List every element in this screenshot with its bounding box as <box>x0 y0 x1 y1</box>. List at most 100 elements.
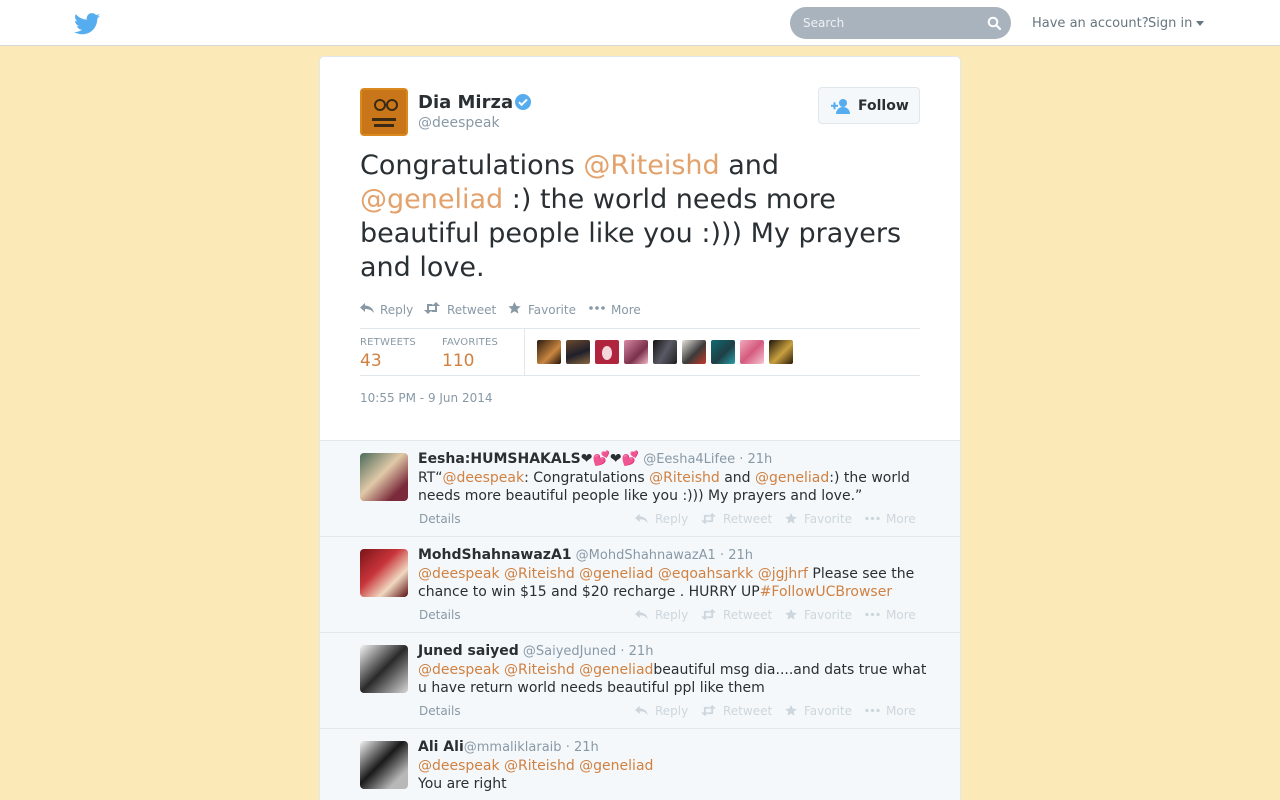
more-dots-icon <box>865 516 880 521</box>
favoriter-avatar[interactable] <box>566 340 590 364</box>
reply-text: @deespeak @Riteishd @geneliad @eqoahsark… <box>418 565 938 601</box>
tweet-timestamp[interactable]: 10:55 PM - 9 Jun 2014 <box>360 391 493 405</box>
details-link[interactable]: Details <box>419 608 461 622</box>
mention-link[interactable]: @deespeak <box>418 662 500 678</box>
mention-link[interactable]: @geneliad <box>579 758 653 774</box>
reply-text-part: You are right <box>418 776 507 792</box>
mention-link[interactable]: @deespeak <box>418 758 500 774</box>
star-icon <box>508 302 521 314</box>
star-icon <box>785 513 797 524</box>
author-handle[interactable]: @deespeak <box>418 115 500 131</box>
reply-icon <box>635 513 648 524</box>
avatar-image <box>360 88 408 136</box>
star-icon <box>785 705 797 716</box>
more-label: More <box>886 608 916 622</box>
have-account-text: Have an account? <box>1032 16 1149 31</box>
reply-time[interactable]: · 21h <box>720 548 753 563</box>
mention-link[interactable]: @jgjhrf <box>758 566 808 582</box>
favoriter-avatar[interactable] <box>595 340 619 364</box>
reply-text: @deespeak @Riteishd @geneliadbeautiful m… <box>418 661 938 697</box>
favoriter-avatar[interactable] <box>537 340 561 364</box>
retweets-count[interactable]: 43 <box>360 351 382 371</box>
mention-link[interactable]: @Riteishd <box>504 662 575 678</box>
mention-link[interactable]: @Riteishd <box>583 150 719 181</box>
reply-avatar[interactable] <box>360 453 408 501</box>
reply-avatar[interactable] <box>360 645 408 693</box>
retweet-label: Retweet <box>447 303 497 317</box>
favoriter-avatar[interactable] <box>711 340 735 364</box>
more-label: More <box>611 303 641 317</box>
mention-link[interactable]: @geneliad <box>579 566 653 582</box>
reply-text-part: : Congratulations <box>524 470 650 486</box>
favorite-label: Favorite <box>804 512 852 526</box>
reply-item[interactable]: Juned saiyed @SaiyedJuned · 21h @deespea… <box>320 633 960 729</box>
mention-link[interactable]: @geneliad <box>360 184 503 215</box>
twitter-bird-icon[interactable] <box>74 13 100 35</box>
favoriter-avatar[interactable] <box>682 340 706 364</box>
search-input[interactable] <box>790 7 980 39</box>
reply-header: MohdShahnawazA1 @MohdShahnawazA1 · 21h <box>418 547 753 563</box>
mention-link[interactable]: @Riteishd <box>504 566 575 582</box>
reply-text-part: RT“ <box>418 470 443 486</box>
reply-header: Ali Ali@mmaliklaraib · 21h <box>418 739 599 755</box>
retweet-label: Retweet <box>723 704 773 718</box>
retweets-label: RETWEETS <box>360 337 416 348</box>
favoriter-avatar[interactable] <box>624 340 648 364</box>
favorites-label: FAVORITES <box>442 337 499 348</box>
reply-item[interactable]: Eesha:HUMSHAKALS❤💕❤💕 @Eesha4Lifee · 21h … <box>320 441 960 537</box>
follow-button[interactable]: Follow <box>818 87 920 124</box>
favorite-label: Favorite <box>804 608 852 622</box>
reply-avatar[interactable] <box>360 741 408 789</box>
favorite-label: Favorite <box>528 303 576 317</box>
tweet-text-part: Congratulations <box>360 150 584 181</box>
reply-icon <box>360 303 374 313</box>
reply-label: Reply <box>655 512 689 526</box>
reply-text: RT“@deespeak: Congratulations @Riteishd … <box>418 469 938 505</box>
reply-author-handle[interactable]: @SaiyedJuned <box>523 644 616 659</box>
retweet-icon <box>424 302 440 314</box>
mention-link[interactable]: @geneliad <box>755 470 829 486</box>
mention-link[interactable]: @geneliad <box>579 662 653 678</box>
reply-header: Juned saiyed @SaiyedJuned · 21h <box>418 643 653 659</box>
reply-author-handle[interactable]: @Eesha4Lifee <box>643 452 735 467</box>
author-avatar[interactable] <box>360 88 408 136</box>
mention-link[interactable]: @deespeak <box>443 470 525 486</box>
sign-in-link[interactable]: Sign in <box>1148 16 1205 31</box>
reply-author-name[interactable]: Ali Ali <box>418 739 464 755</box>
more-dots-icon <box>589 306 605 310</box>
reply-item[interactable]: MohdShahnawazA1 @MohdShahnawazA1 · 21h @… <box>320 537 960 633</box>
mention-link[interactable]: @deespeak <box>418 566 500 582</box>
reply-time[interactable]: · 21h <box>620 644 653 659</box>
stats-divider <box>524 329 525 376</box>
mention-link[interactable]: @Riteishd <box>649 470 720 486</box>
tweet-text-part: and <box>719 150 780 181</box>
search-icon[interactable] <box>987 16 1001 30</box>
top-bar: Have an account? Sign in <box>0 0 1280 46</box>
favorites-count[interactable]: 110 <box>442 351 474 371</box>
sign-in-label: Sign in <box>1148 16 1193 31</box>
reply-item[interactable]: Ali Ali@mmaliklaraib · 21h @deespeak @Ri… <box>320 729 960 800</box>
reply-author-name[interactable]: Eesha:HUMSHAKALS❤💕❤💕 <box>418 451 639 467</box>
reply-author-name[interactable]: Juned saiyed <box>418 643 519 659</box>
reply-author-handle[interactable]: @MohdShahnawazA1 <box>576 548 716 563</box>
more-dots-icon <box>865 612 880 617</box>
favoriter-avatar[interactable] <box>740 340 764 364</box>
retweet-icon <box>701 513 716 524</box>
reply-author-handle[interactable]: @mmaliklaraib <box>464 740 562 755</box>
favoriter-avatar[interactable] <box>769 340 793 364</box>
reply-icon <box>635 705 648 716</box>
hashtag-link[interactable]: #FollowUCBrowser <box>760 584 892 600</box>
details-link[interactable]: Details <box>419 704 461 718</box>
replies-list: Eesha:HUMSHAKALS❤💕❤💕 @Eesha4Lifee · 21h … <box>320 440 960 800</box>
mention-link[interactable]: @eqoahsarkk <box>658 566 753 582</box>
mention-link[interactable]: @Riteishd <box>504 758 575 774</box>
reply-author-name[interactable]: MohdShahnawazA1 <box>418 547 572 563</box>
reply-time[interactable]: · 21h <box>566 740 599 755</box>
details-link[interactable]: Details <box>419 512 461 526</box>
reply-avatar[interactable] <box>360 549 408 597</box>
author-name[interactable]: Dia Mirza <box>418 92 513 113</box>
reply-time[interactable]: · 21h <box>739 452 772 467</box>
more-label: More <box>886 704 916 718</box>
follow-label: Follow <box>858 98 909 114</box>
favoriter-avatar[interactable] <box>653 340 677 364</box>
